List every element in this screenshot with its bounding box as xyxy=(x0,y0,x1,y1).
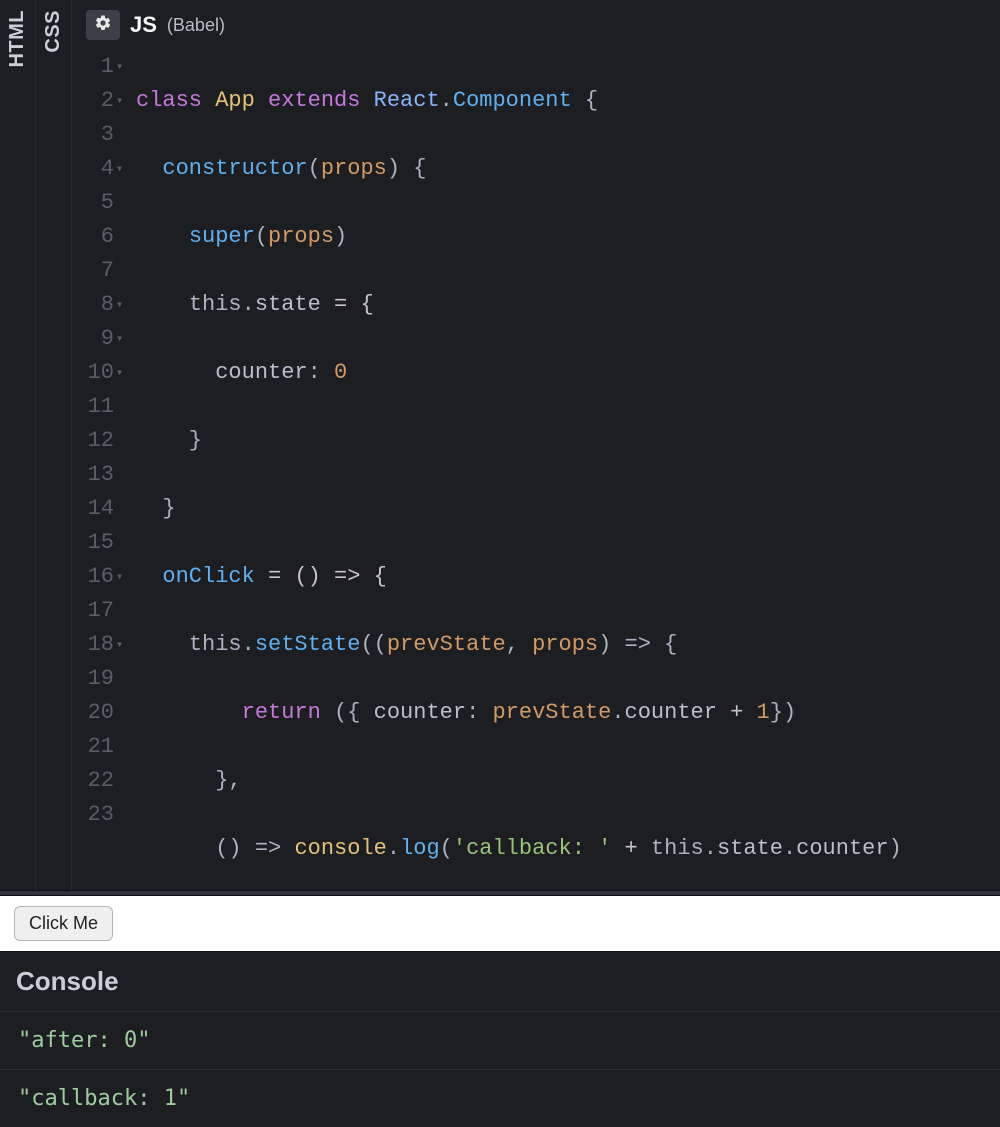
preview-click-me-button[interactable]: Click Me xyxy=(14,906,113,941)
code-lines: class App extends React.Component { cons… xyxy=(130,50,1000,890)
console-line: "callback: 1" xyxy=(0,1069,1000,1127)
tab-css[interactable]: CSS xyxy=(36,0,72,890)
preview-pane: Click Me xyxy=(0,896,1000,951)
console-title[interactable]: Console xyxy=(0,951,1000,1011)
console-line: "after: 0" xyxy=(0,1011,1000,1069)
panel-title: JS xyxy=(130,12,157,38)
js-editor-panel: JS (Babel) 1▾2▾34▾5678▾9▾10▾111213141516… xyxy=(72,0,1000,890)
tab-html[interactable]: HTML xyxy=(0,0,36,890)
gear-icon xyxy=(94,14,112,37)
panel-subtitle: (Babel) xyxy=(167,15,225,36)
line-gutter: 1▾2▾34▾5678▾9▾10▾111213141516▾1718▾19202… xyxy=(72,50,130,890)
settings-button[interactable] xyxy=(86,10,120,40)
code-editor[interactable]: 1▾2▾34▾5678▾9▾10▾111213141516▾1718▾19202… xyxy=(72,46,1000,890)
editor-header: JS (Babel) xyxy=(72,0,1000,46)
collapsed-panels: HTML CSS xyxy=(0,0,72,890)
console-output: "after: 0" "callback: 1" xyxy=(0,1011,1000,1127)
